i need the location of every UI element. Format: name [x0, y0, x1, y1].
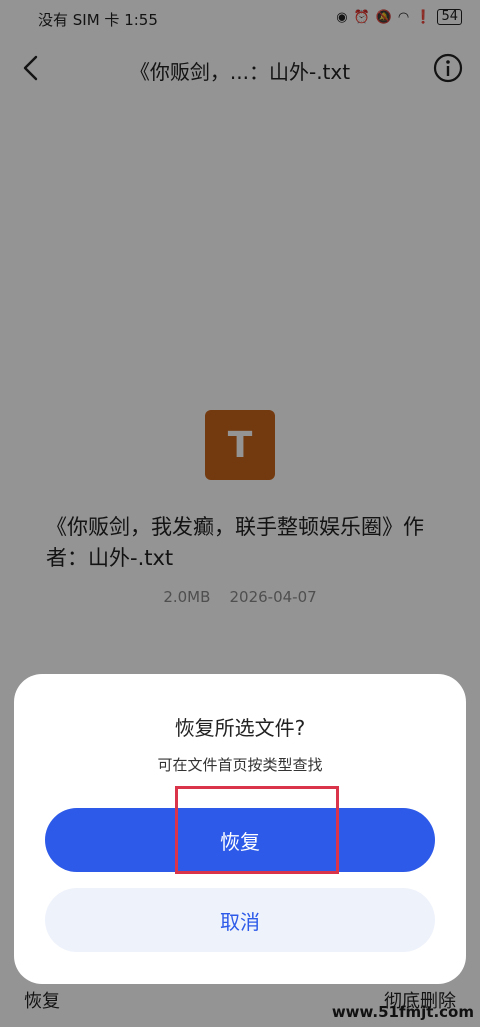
- dialog-subtitle: 可在文件首页按类型查找: [157, 756, 323, 774]
- highlight-box: [175, 786, 339, 874]
- watermark: www.51fmjt.com: [331, 1003, 474, 1021]
- dialog-title: 恢复所选文件?: [174, 716, 306, 740]
- cancel-button[interactable]: 取消: [45, 888, 435, 952]
